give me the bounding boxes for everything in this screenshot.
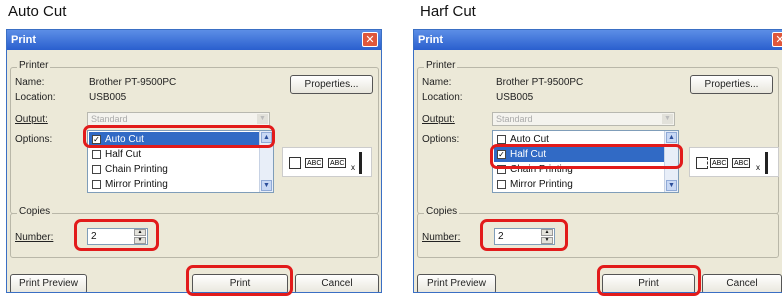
scroll-down-icon[interactable]: ▼: [666, 180, 677, 191]
copies-group-label: Copies: [17, 206, 53, 217]
option-mirror-printing[interactable]: Mirror Printing: [89, 177, 259, 192]
output-label: Output:: [15, 114, 48, 125]
output-value: Standard: [496, 114, 533, 124]
highlight-print-button: [186, 265, 293, 296]
highlight-copies-number: [74, 219, 159, 251]
printer-location: USB005: [496, 92, 534, 103]
name-label: Name:: [422, 77, 452, 88]
output-select[interactable]: Standard ▼: [87, 112, 270, 126]
properties-button[interactable]: Properties...: [690, 75, 773, 94]
option-label: Mirror Printing: [105, 179, 168, 190]
option-label: Half Cut: [105, 149, 142, 160]
cut-preview-image: ABC ABC x: [282, 147, 372, 177]
cut-preview-image: ABC ABC x: [689, 147, 779, 177]
location-label: Location:: [15, 92, 56, 103]
caption-half-cut: Harf Cut: [420, 3, 476, 20]
printer-group-label: Printer: [424, 60, 458, 71]
options-label: Options:: [15, 134, 53, 145]
close-icon: ✕: [775, 34, 782, 46]
chevron-down-icon: ▼: [257, 114, 268, 124]
preview-label-1: ABC: [710, 158, 729, 168]
tape-segment: [289, 157, 301, 169]
output-select[interactable]: Standard ▼: [492, 112, 675, 126]
preview-label-2: ABC: [328, 158, 347, 168]
preview-label-2: ABC: [732, 158, 751, 168]
options-label: Options:: [422, 134, 460, 145]
cut-line-icon: [359, 152, 362, 174]
title-bar: Print: [414, 30, 782, 50]
copies-group: Copies: [10, 206, 379, 258]
printer-location: USB005: [89, 92, 127, 103]
cut-line-icon: [765, 152, 768, 174]
preview-multiplier: x: [756, 163, 760, 172]
print-preview-button[interactable]: Print Preview: [10, 274, 87, 292]
output-value: Standard: [91, 114, 128, 124]
checkbox-icon[interactable]: [92, 165, 101, 174]
option-mirror-printing[interactable]: Mirror Printing: [494, 177, 664, 192]
preview-label-1: ABC: [305, 158, 324, 168]
option-label: Chain Printing: [105, 164, 168, 175]
dialog-title: Print: [418, 34, 444, 46]
number-label: Number:: [422, 232, 461, 243]
close-button[interactable]: ✕: [362, 32, 378, 47]
printer-name: Brother PT-9500PC: [496, 77, 584, 88]
tape-segment: [696, 157, 708, 169]
preview-multiplier: x: [351, 163, 355, 172]
close-button[interactable]: ✕: [772, 32, 782, 47]
print-preview-button[interactable]: Print Preview: [417, 274, 496, 292]
caption-auto-cut: Auto Cut: [8, 3, 67, 20]
printer-name: Brother PT-9500PC: [89, 77, 177, 88]
name-label: Name:: [15, 77, 45, 88]
copies-group: Copies: [417, 206, 779, 258]
scroll-up-icon[interactable]: ▲: [666, 132, 677, 143]
highlight-copies-number: [480, 219, 568, 251]
highlight-half-cut-option: [490, 144, 683, 169]
print-dialog-auto-cut: Print ✕ Printer Name: Brother PT-9500PC …: [6, 29, 382, 293]
chevron-down-icon: ▼: [662, 114, 673, 124]
option-chain-printing[interactable]: Chain Printing: [89, 162, 259, 177]
number-label: Number:: [15, 232, 54, 243]
properties-button[interactable]: Properties...: [290, 75, 373, 94]
dialog-title: Print: [11, 34, 37, 46]
checkbox-icon[interactable]: [92, 180, 101, 189]
checkbox-icon[interactable]: [497, 135, 506, 144]
highlight-auto-cut-option: [83, 125, 275, 148]
location-label: Location:: [422, 92, 463, 103]
option-label: Mirror Printing: [510, 179, 573, 190]
title-bar: Print: [7, 30, 381, 50]
close-icon: ✕: [365, 34, 375, 46]
output-label: Output:: [422, 114, 455, 125]
cancel-button[interactable]: Cancel: [295, 274, 379, 292]
cancel-button[interactable]: Cancel: [702, 274, 782, 292]
printer-group-label: Printer: [17, 60, 51, 71]
checkbox-icon[interactable]: [497, 180, 506, 189]
option-half-cut[interactable]: Half Cut: [89, 147, 259, 162]
highlight-print-button: [597, 265, 701, 296]
checkbox-icon[interactable]: [92, 150, 101, 159]
scroll-down-icon[interactable]: ▼: [261, 180, 272, 191]
copies-group-label: Copies: [424, 206, 460, 217]
